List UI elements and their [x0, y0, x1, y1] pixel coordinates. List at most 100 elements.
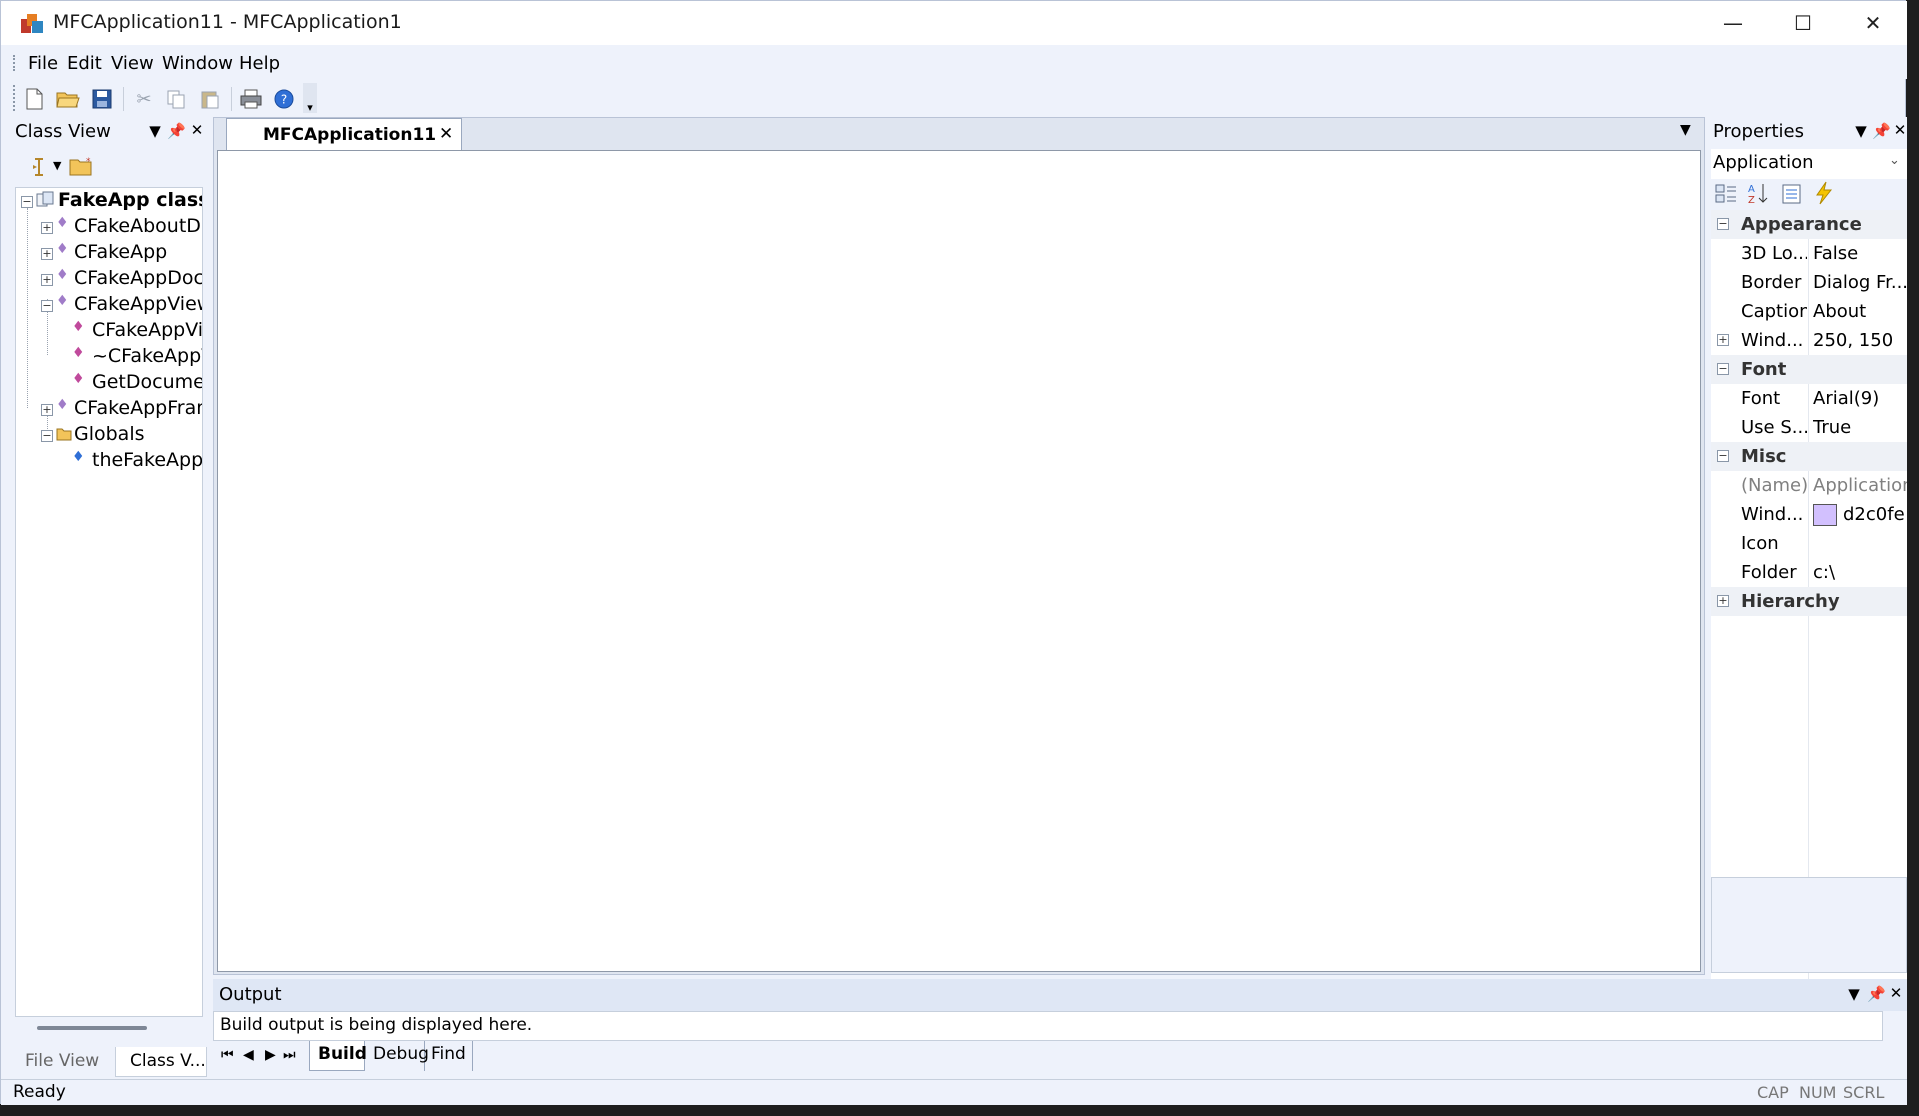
menu-edit[interactable]: Edit: [67, 53, 102, 74]
category-hierarchy[interactable]: + Hierarchy: [1711, 587, 1907, 616]
save-button[interactable]: [89, 86, 115, 112]
new-button[interactable]: [21, 86, 47, 112]
document-tab[interactable]: MFCApplication11 ✕: [226, 118, 462, 150]
expand-icon[interactable]: +: [1717, 334, 1729, 346]
menu-window[interactable]: Window: [162, 53, 233, 74]
panel-close-button[interactable]: ✕: [1887, 984, 1905, 1004]
property-value[interactable]: Dialog Fr...: [1813, 272, 1907, 293]
collapse-icon[interactable]: −: [1717, 363, 1729, 375]
object-selector[interactable]: Application ⌄: [1711, 149, 1907, 179]
property-row[interactable]: Caption About: [1711, 297, 1907, 326]
panel-menu-button[interactable]: ▼: [146, 122, 164, 142]
collapse-icon[interactable]: −: [1717, 450, 1729, 462]
title-bar[interactable]: MFCApplication11 - MFCApplication1 — ☐ ✕: [1, 1, 1907, 45]
output-text[interactable]: Build output is being displayed here.: [213, 1011, 1883, 1041]
tree-item[interactable]: ♦ ~CFakeAppView: [16, 344, 202, 370]
close-icon: ✕: [1889, 984, 1903, 1002]
first-tab-icon[interactable]: ⏮: [221, 1047, 234, 1063]
categorized-icon[interactable]: [1715, 183, 1737, 205]
tree-item-root[interactable]: − FakeApp classes: [16, 188, 202, 214]
property-value[interactable]: Arial(9): [1813, 388, 1907, 409]
minimize-button[interactable]: —: [1698, 1, 1768, 45]
expand-icon[interactable]: +: [41, 248, 53, 260]
panel-close-button[interactable]: ✕: [1891, 121, 1909, 141]
property-row[interactable]: Icon: [1711, 529, 1907, 558]
tab-debug[interactable]: Debug: [367, 1041, 429, 1071]
svg-text:?: ?: [281, 93, 287, 107]
menu-help[interactable]: Help: [239, 53, 280, 74]
property-value[interactable]: d2c0fe: [1843, 504, 1907, 525]
property-row[interactable]: Border Dialog Fr...: [1711, 268, 1907, 297]
menu-view[interactable]: View: [111, 53, 154, 74]
expand-icon[interactable]: +: [1717, 595, 1729, 607]
property-pages-icon[interactable]: [1781, 183, 1803, 205]
category-font[interactable]: − Font: [1711, 355, 1907, 384]
property-row[interactable]: Folder c:\: [1711, 558, 1907, 587]
panel-menu-button[interactable]: ▼: [1852, 122, 1870, 142]
collapse-icon[interactable]: −: [21, 196, 33, 208]
help-button[interactable]: ?: [271, 86, 297, 112]
tree-item[interactable]: + ♦ CFakeAppDoc: [16, 266, 202, 292]
tree-item[interactable]: + ♦ CFakeAboutDlg: [16, 214, 202, 240]
tree-item[interactable]: − Globals: [16, 422, 202, 448]
close-icon[interactable]: ✕: [439, 124, 453, 144]
property-value[interactable]: 250, 150: [1813, 330, 1907, 351]
tree-item[interactable]: + ♦ CFakeApp: [16, 240, 202, 266]
category-appearance[interactable]: − Appearance: [1711, 210, 1907, 239]
new-folder-icon[interactable]: *: [69, 155, 93, 177]
expand-icon[interactable]: +: [41, 274, 53, 286]
prev-tab-icon[interactable]: ◀: [243, 1047, 254, 1063]
cut-button[interactable]: ✂: [131, 86, 157, 112]
category-misc[interactable]: − Misc: [1711, 442, 1907, 471]
panel-menu-button[interactable]: ▼: [1845, 985, 1863, 1005]
pin-button[interactable]: 📌: [1872, 122, 1891, 142]
expand-icon[interactable]: +: [41, 404, 53, 416]
variable-icon: ♦: [72, 449, 85, 465]
close-button[interactable]: ✕: [1838, 1, 1908, 45]
collapse-icon[interactable]: −: [41, 430, 53, 442]
last-tab-icon[interactable]: ⏭: [283, 1047, 296, 1063]
property-value[interactable]: About: [1813, 301, 1907, 322]
property-value[interactable]: True: [1813, 417, 1907, 438]
open-button[interactable]: [55, 86, 81, 112]
property-row[interactable]: Use S... True: [1711, 413, 1907, 442]
toolbar-overflow-button[interactable]: ▾: [303, 83, 317, 114]
panel-close-button[interactable]: ✕: [188, 121, 206, 141]
tab-file-view[interactable]: File View: [25, 1051, 115, 1077]
class-sort-icon[interactable]: [29, 156, 49, 178]
property-row[interactable]: Wind... d2c0fe: [1711, 500, 1907, 529]
collapse-icon[interactable]: −: [1717, 218, 1729, 230]
pin-button[interactable]: 📌: [1867, 985, 1886, 1005]
tab-list-button[interactable]: ▼: [1680, 122, 1691, 138]
maximize-button[interactable]: ☐: [1768, 1, 1838, 45]
tree-item[interactable]: − ♦ CFakeAppView: [16, 292, 202, 318]
tab-class-view[interactable]: Class V...: [115, 1047, 207, 1077]
events-icon[interactable]: [1813, 181, 1835, 205]
expand-icon[interactable]: +: [41, 222, 53, 234]
property-row[interactable]: (Name) Application: [1711, 471, 1907, 500]
collapse-icon[interactable]: −: [41, 300, 53, 312]
property-row[interactable]: 3D Lo... False: [1711, 239, 1907, 268]
horizontal-scrollbar-thumb[interactable]: [37, 1026, 147, 1030]
sort-alphabetical-icon[interactable]: AZ: [1747, 181, 1771, 205]
color-swatch[interactable]: [1813, 504, 1837, 526]
property-value[interactable]: False: [1813, 243, 1907, 264]
tab-find[interactable]: Find: [427, 1041, 473, 1071]
tree-item[interactable]: ♦ theFakeApp: [16, 448, 202, 474]
document-view[interactable]: [217, 150, 1701, 972]
tab-build[interactable]: Build: [309, 1041, 367, 1071]
print-button[interactable]: [238, 86, 264, 112]
pin-button[interactable]: 📌: [167, 122, 186, 142]
property-value[interactable]: c:\: [1813, 562, 1907, 583]
paste-button[interactable]: [197, 86, 223, 112]
property-name: Font: [1741, 388, 1781, 409]
copy-button[interactable]: [163, 86, 189, 112]
property-row[interactable]: Font Arial(9): [1711, 384, 1907, 413]
tree-item[interactable]: ♦ CFakeAppView: [16, 318, 202, 344]
chevron-down-icon[interactable]: ▼: [53, 159, 61, 172]
menu-file[interactable]: File: [28, 53, 58, 74]
next-tab-icon[interactable]: ▶: [265, 1047, 276, 1063]
property-row[interactable]: + Wind... 250, 150: [1711, 326, 1907, 355]
tree-item[interactable]: + ♦ CFakeAppFrame: [16, 396, 202, 422]
tree-item[interactable]: ♦ GetDocument: [16, 370, 202, 396]
